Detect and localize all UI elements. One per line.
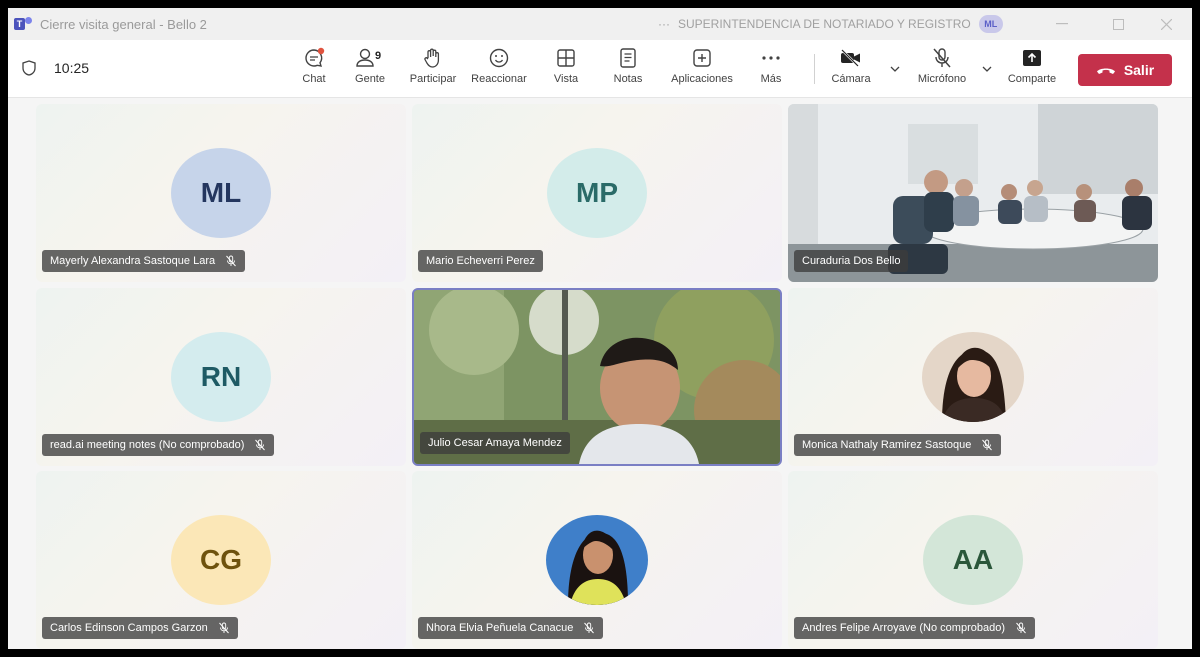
- participant-name: Nhora Elvia Peñuela Canacue: [426, 622, 574, 634]
- mic-muted-icon: [226, 255, 236, 267]
- participant-avatar: MP: [547, 148, 647, 238]
- teams-logo-icon: T: [14, 17, 32, 31]
- title-bar: T Cierre visita general - Bello 2 ··· SU…: [8, 8, 1192, 40]
- participant-tile-active-speaker[interactable]: Julio Cesar Amaya Mendez: [412, 288, 782, 466]
- maximize-button[interactable]: [1096, 8, 1140, 40]
- participant-tile[interactable]: AA Andres Felipe Arroyave (No comprobado…: [788, 471, 1158, 649]
- mic-muted-icon: [1016, 622, 1026, 634]
- participant-name: Carlos Edinson Campos Garzon: [50, 622, 208, 634]
- participant-tile[interactable]: ML Mayerly Alexandra Sastoque Lara: [36, 104, 406, 282]
- mic-muted-icon: [255, 439, 266, 451]
- participant-name-tag: Mayerly Alexandra Sastoque Lara: [42, 250, 246, 272]
- microphone-button[interactable]: Micrófono: [912, 46, 972, 92]
- toolbar-divider: [814, 54, 815, 84]
- meeting-timer: 10:25: [54, 60, 90, 76]
- participant-name-tag: Andres Felipe Arroyave (No comprobado): [794, 617, 1035, 639]
- react-label: Reaccionar: [471, 73, 527, 85]
- grid-view-icon: [557, 49, 575, 67]
- apps-button[interactable]: Aplicaciones: [664, 46, 740, 92]
- participant-tile[interactable]: Monica Nathaly Ramirez Sastoque: [788, 288, 1158, 466]
- phone-hangup-icon: [1096, 68, 1115, 74]
- view-label: Vista: [553, 73, 579, 85]
- participant-name-tag: Julio Cesar Amaya Mendez: [420, 432, 570, 454]
- participant-avatar: ML: [171, 148, 271, 238]
- chat-label: Chat: [302, 73, 326, 85]
- more-icon: [762, 56, 780, 60]
- leave-button[interactable]: Salir: [1078, 54, 1172, 86]
- more-label: Más: [760, 73, 782, 85]
- participant-tile[interactable]: Nhora Elvia Peñuela Canacue: [412, 471, 782, 649]
- participant-avatar: RN: [171, 332, 271, 422]
- raise-hand-button[interactable]: Participar: [406, 46, 460, 92]
- microphone-label: Micrófono: [917, 73, 967, 85]
- mic-options-chevron-down-icon[interactable]: [982, 64, 992, 74]
- people-count: 9: [375, 50, 381, 62]
- meeting-title: Cierre visita general - Bello 2: [40, 16, 207, 32]
- react-button[interactable]: Reaccionar: [466, 46, 532, 92]
- apps-label: Aplicaciones: [671, 73, 733, 85]
- camera-off-icon: [841, 49, 860, 67]
- meeting-toolbar: 10:25 Chat 9 Gente Participar Reaccionar…: [8, 40, 1192, 98]
- mic-muted-icon: [982, 439, 993, 451]
- chat-icon: [305, 47, 325, 67]
- participant-avatar: AA: [923, 515, 1023, 605]
- org-name: SUPERINTENDENCIA DE NOTARIADO Y REGISTRO: [678, 17, 971, 31]
- notes-button[interactable]: Notas: [610, 46, 646, 92]
- participant-name: Julio Cesar Amaya Mendez: [428, 437, 562, 449]
- participant-name-tag: Nhora Elvia Peñuela Canacue: [418, 617, 604, 639]
- participant-name: Mayerly Alexandra Sastoque Lara: [50, 255, 216, 267]
- participant-tile[interactable]: RN read.ai meeting notes (No comprobado): [36, 288, 406, 466]
- participant-name: Mario Echeverri Perez: [426, 255, 535, 267]
- participant-photo: [922, 332, 1024, 422]
- participant-name-tag: Monica Nathaly Ramirez Sastoque: [794, 434, 1002, 456]
- raise-hand-icon: [424, 48, 440, 68]
- org-area: ··· SUPERINTENDENCIA DE NOTARIADO Y REGI…: [658, 8, 1003, 40]
- mic-muted-icon: [584, 622, 595, 634]
- user-avatar[interactable]: ML: [978, 15, 1003, 33]
- close-button[interactable]: [1144, 8, 1188, 40]
- participant-tile-video[interactable]: Curaduria Dos Bello: [788, 104, 1158, 282]
- people-button[interactable]: 9 Gente: [350, 46, 390, 92]
- people-label: Gente: [355, 73, 385, 85]
- camera-label: Cámara: [831, 73, 871, 85]
- share-screen-icon: [1023, 50, 1041, 66]
- camera-button[interactable]: Cámara: [826, 46, 876, 92]
- participant-name-tag: Carlos Edinson Campos Garzon: [42, 617, 238, 639]
- participant-photo: [546, 515, 648, 605]
- participant-name: read.ai meeting notes (No comprobado): [50, 439, 245, 451]
- minimize-button[interactable]: [1040, 8, 1084, 40]
- share-button[interactable]: Comparte: [1002, 46, 1062, 92]
- teams-window: T Cierre visita general - Bello 2 ··· SU…: [8, 8, 1192, 649]
- participant-name: Monica Nathaly Ramirez Sastoque: [802, 439, 972, 451]
- shield-icon: [22, 60, 36, 76]
- participant-tile[interactable]: CG Carlos Edinson Campos Garzon: [36, 471, 406, 649]
- participant-name: Andres Felipe Arroyave (No comprobado): [802, 622, 1005, 634]
- chat-button[interactable]: Chat: [294, 46, 334, 92]
- notes-label: Notas: [613, 73, 643, 85]
- people-icon: 9: [356, 48, 381, 67]
- mic-muted-icon: [218, 622, 229, 634]
- participant-tile[interactable]: MP Mario Echeverri Perez: [412, 104, 782, 282]
- mic-off-icon: [933, 48, 951, 68]
- more-dots-icon[interactable]: ···: [658, 17, 670, 31]
- notes-icon: [620, 48, 636, 68]
- participant-name: Curaduria Dos Bello: [802, 255, 901, 267]
- smile-icon: [489, 48, 509, 68]
- add-app-icon: [693, 49, 711, 67]
- leave-label: Salir: [1123, 62, 1155, 78]
- camera-options-chevron-down-icon[interactable]: [890, 64, 900, 74]
- raise-hand-label: Participar: [409, 73, 457, 85]
- participant-avatar: CG: [171, 515, 271, 605]
- participant-name-tag: Mario Echeverri Perez: [418, 250, 543, 272]
- more-button[interactable]: Más: [756, 46, 786, 92]
- view-button[interactable]: Vista: [549, 46, 583, 92]
- participant-name-tag: Curaduria Dos Bello: [794, 250, 909, 272]
- share-label: Comparte: [1007, 73, 1057, 85]
- participant-name-tag: read.ai meeting notes (No comprobado): [42, 434, 275, 456]
